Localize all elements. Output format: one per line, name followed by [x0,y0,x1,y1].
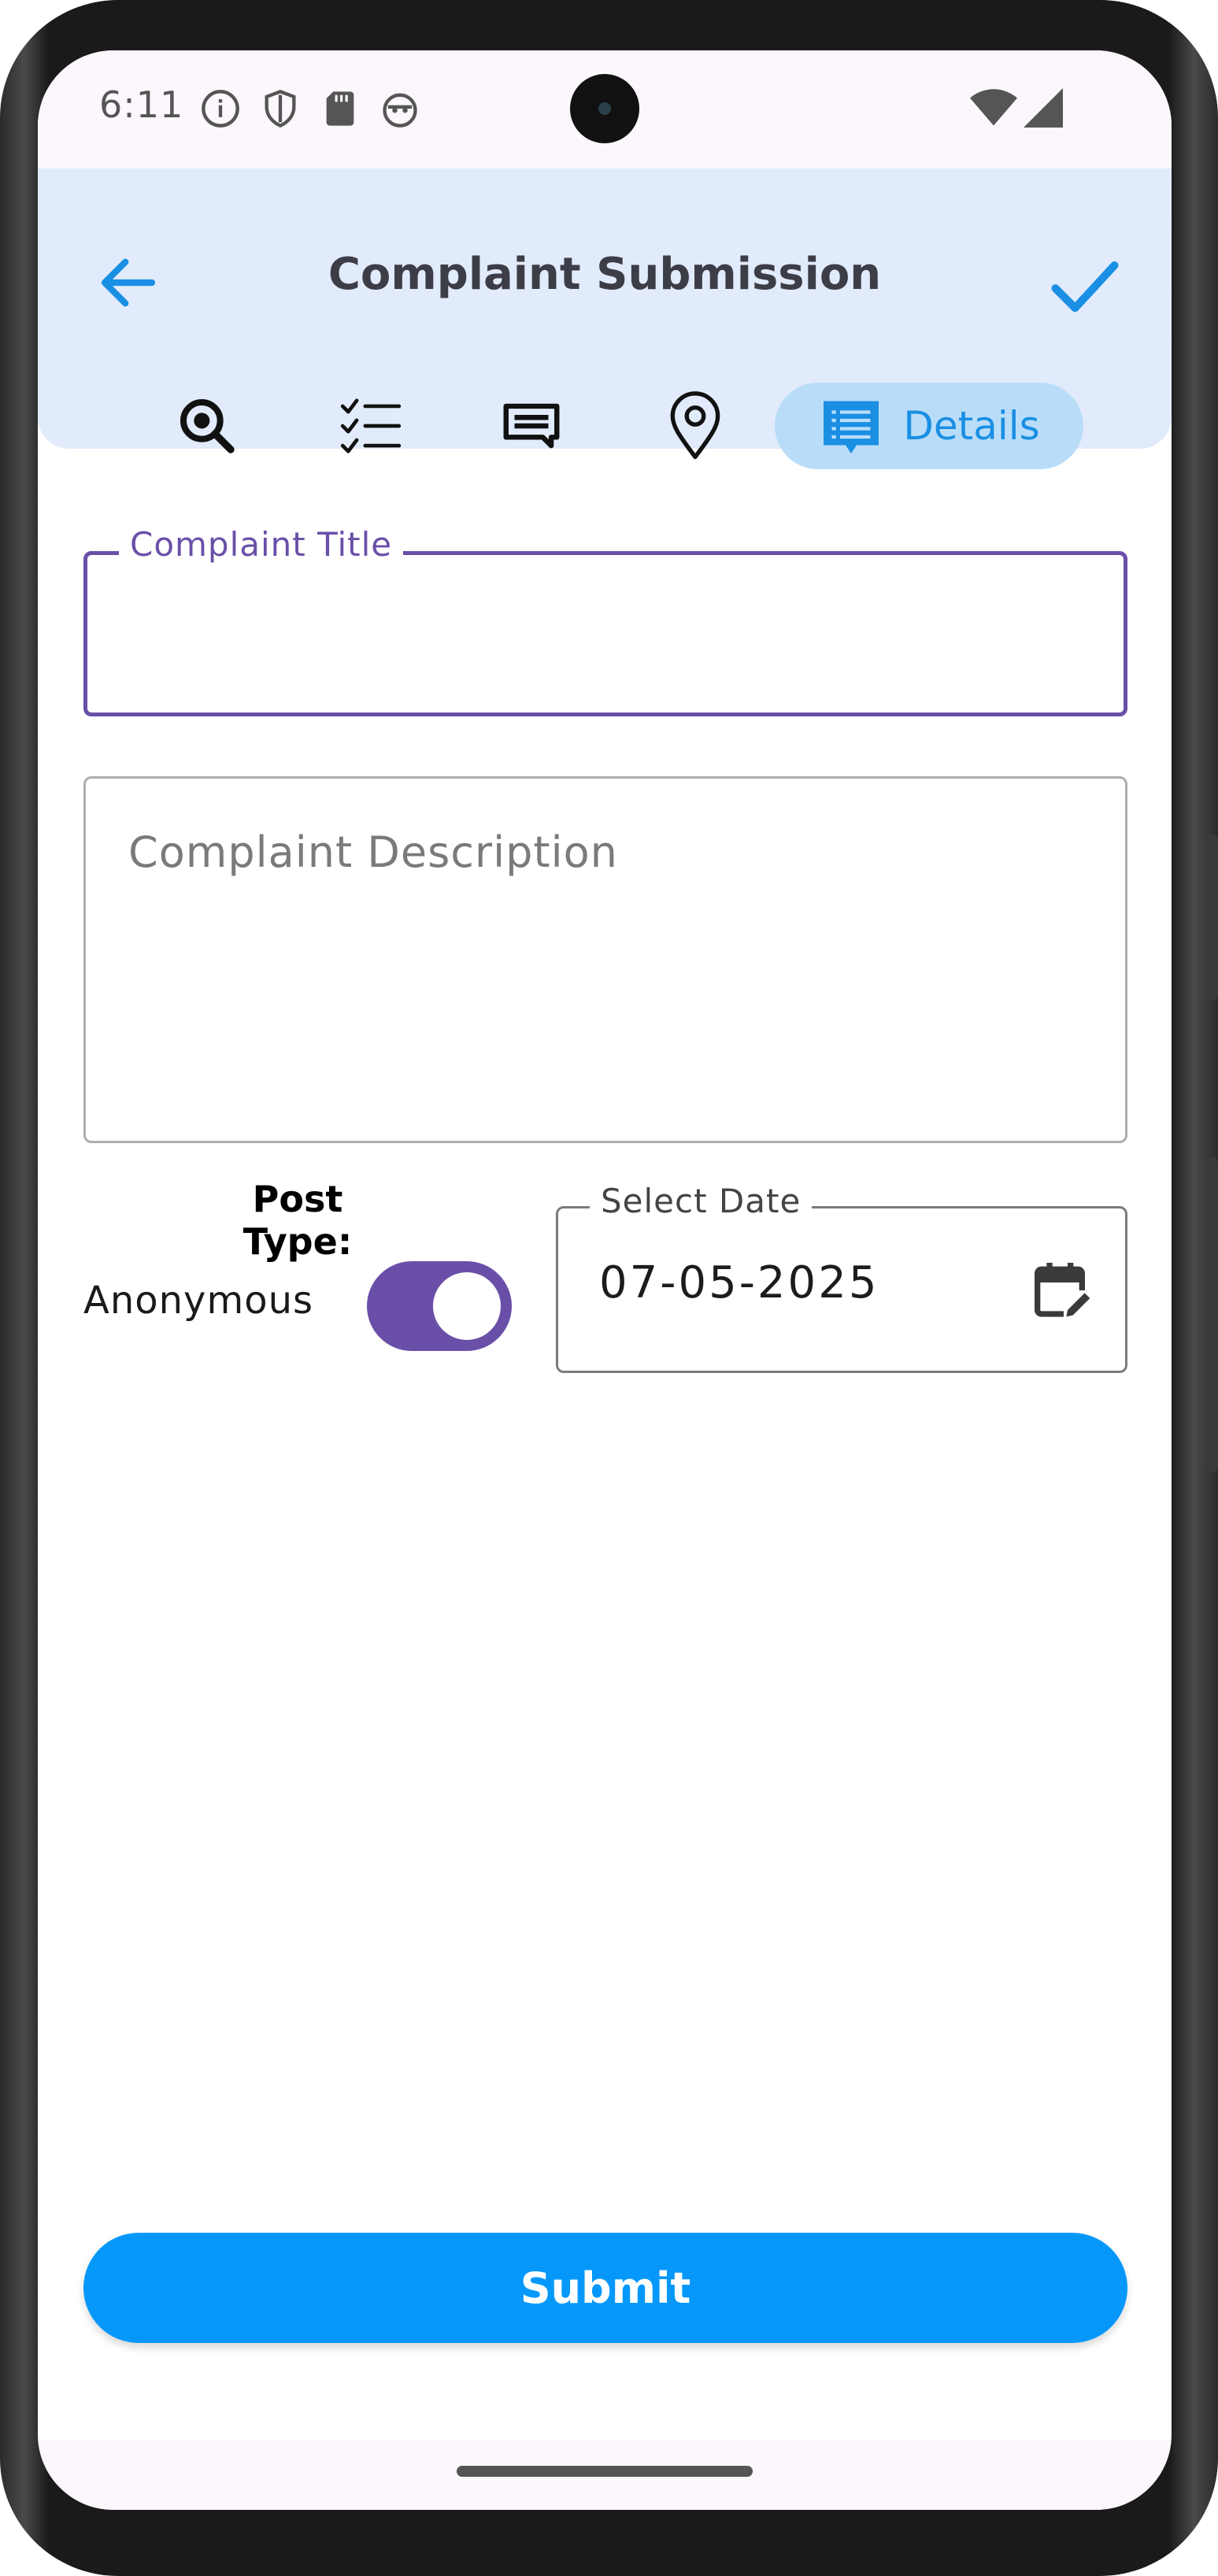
side-button-volume [1207,1157,1218,1472]
phone-frame: 6:11 Complaint Submission Details Compla… [0,0,1218,2576]
status-bar: 6:11 [38,50,1172,168]
tab-search[interactable] [156,383,258,469]
complaint-title-field[interactable]: Complaint Title [83,525,1127,716]
check-icon[interactable] [1046,246,1124,324]
select-date-label: Select Date [590,1182,813,1220]
select-date-field[interactable]: Select Date 07-05-2025 [556,1182,1127,1373]
home-indicator[interactable] [457,2466,753,2477]
toggle-knob [433,1272,501,1340]
info-icon [202,90,239,128]
checklist-icon [340,398,402,453]
cellular-signal-icon [1024,88,1063,128]
search-icon [180,399,235,453]
location-pin-icon [670,391,720,460]
tab-checklist[interactable] [320,383,422,469]
submit-button[interactable]: Submit [83,2233,1127,2343]
tab-message[interactable] [480,383,583,469]
tab-location[interactable] [644,383,746,469]
android-face-icon [383,93,417,128]
calendar-edit-icon[interactable] [1032,1259,1095,1322]
details-list-icon [824,401,879,453]
app-header: Complaint Submission Details [38,168,1172,469]
complaint-title-label: Complaint Title [119,525,404,564]
anonymous-toggle[interactable] [367,1261,512,1351]
side-button-power [1207,835,1218,1000]
sd-card-icon [326,91,354,126]
shield-icon [265,90,296,128]
tab-details[interactable]: Details [775,383,1083,469]
message-icon [503,403,560,449]
screen: 6:11 Complaint Submission Details Compla… [38,50,1172,2510]
complaint-description-placeholder: Complaint Description [128,827,618,877]
page-title: Complaint Submission [328,249,882,300]
front-camera [570,74,639,143]
complaint-description-field[interactable]: Complaint Description [83,776,1127,1143]
tab-details-label: Details [903,403,1040,449]
anonymous-label: Anonymous [83,1279,314,1323]
post-type-label: Post Type: [242,1178,353,1263]
status-time: 6:11 [99,83,184,126]
wifi-icon [970,89,1017,126]
date-value: 07-05-2025 [599,1257,879,1308]
